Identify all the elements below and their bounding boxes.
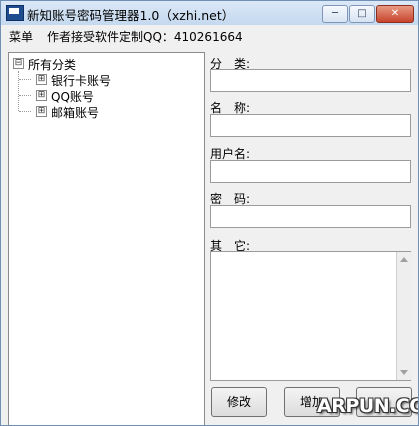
expand-icon[interactable]: ⊞ <box>36 106 47 117</box>
expand-icon[interactable]: ⊞ <box>36 74 47 85</box>
expand-icon[interactable]: ⊞ <box>36 90 47 101</box>
collapse-icon[interactable]: ⊟ <box>13 58 24 69</box>
close-button[interactable]: ✕ <box>376 5 414 23</box>
tree-connector-line <box>19 95 31 96</box>
modify-button[interactable]: 修改 <box>211 387 267 417</box>
watermark-logo: ARPUN.COM <box>317 395 418 417</box>
tree-item-label: QQ账号 <box>51 90 94 104</box>
tree-connector-line <box>19 111 31 112</box>
tree-item-label: 所有分类 <box>28 58 77 72</box>
tree-connector-line <box>18 71 19 111</box>
app-icon <box>6 5 24 21</box>
maximize-button[interactable]: □ <box>349 5 375 23</box>
tree-item-label: 邮箱账号 <box>51 106 100 120</box>
name-input[interactable] <box>210 114 411 137</box>
scroll-up-icon[interactable] <box>400 257 408 262</box>
tree-item-label: 银行卡账号 <box>51 74 112 88</box>
category-tree[interactable]: ⊟ 所有分类 ⊞ 银行卡账号 ⊞ QQ账号 ⊞ 邮箱账号 <box>8 52 205 425</box>
other-textarea[interactable] <box>210 251 411 381</box>
scroll-down-icon[interactable] <box>400 370 408 375</box>
other-scrollbar[interactable] <box>396 252 412 380</box>
app-window: 新知账号密码管理器1.0（xzhi.net） ─ □ ✕ 菜单 作者接受软件定制… <box>0 0 419 426</box>
minimize-button[interactable]: ─ <box>322 5 348 23</box>
tree-connector-line <box>19 79 31 80</box>
menu-main[interactable]: 菜单 <box>9 28 33 45</box>
password-input[interactable] <box>210 205 411 228</box>
menu-bar: 菜单 作者接受软件定制QQ：410261664 <box>1 25 418 45</box>
username-input[interactable] <box>210 160 411 183</box>
window-title: 新知账号密码管理器1.0（xzhi.net） <box>27 8 235 23</box>
category-input[interactable] <box>210 69 411 92</box>
title-bar[interactable]: 新知账号密码管理器1.0（xzhi.net） ─ □ ✕ <box>1 1 418 26</box>
menu-author-note[interactable]: 作者接受软件定制QQ：410261664 <box>47 28 243 45</box>
